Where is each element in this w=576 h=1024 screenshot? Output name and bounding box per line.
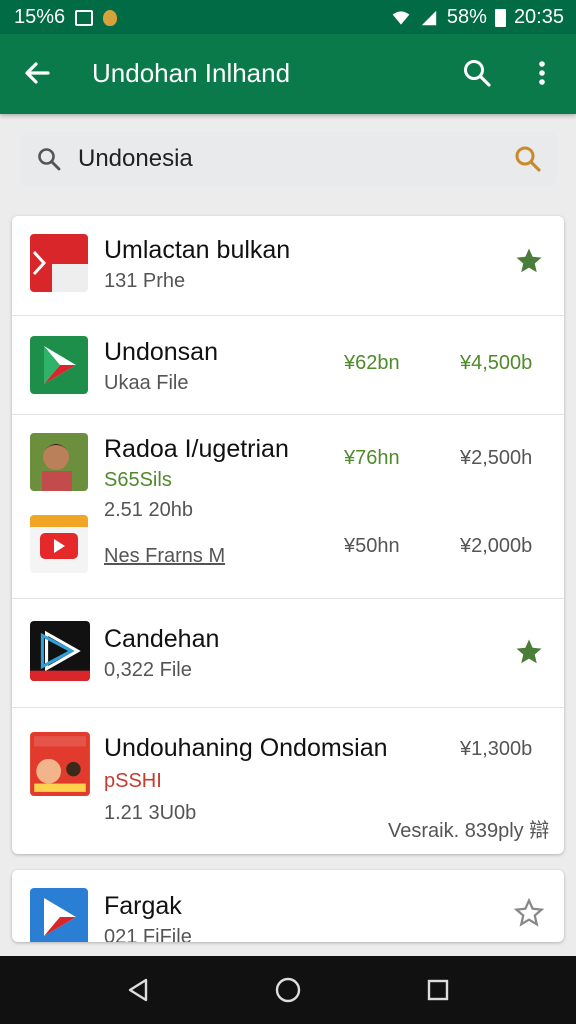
- app-subtitle-red: pSSHI: [104, 770, 162, 792]
- app-subtitle: 021 FiFile: [104, 926, 192, 942]
- star-filled-icon[interactable]: [514, 637, 544, 667]
- app-subtitle: 1.21 3U0b: [104, 802, 197, 824]
- price-green: ¥76hn: [344, 447, 400, 469]
- app-bar: Undohan Inlhand: [0, 34, 576, 114]
- search-icon[interactable]: [462, 58, 492, 88]
- star-filled-icon[interactable]: [514, 246, 544, 276]
- battery-icon: [494, 8, 506, 27]
- app-name: Umlactan bulkan: [104, 236, 291, 264]
- play-store-icon: [30, 336, 88, 394]
- list-item[interactable]: Radoa I/ugetrian S65Sils 2.51 20hb ¥76hn…: [12, 415, 564, 599]
- app-subtitle: 0,322 File: [104, 659, 192, 681]
- list-item[interactable]: Umlactan bulkan 131 Prhe: [12, 216, 564, 316]
- status-left-text: 15%6: [14, 6, 66, 28]
- list-item[interactable]: Undonsan Ukaa File ¥62bn ¥4,500b: [12, 316, 564, 415]
- movie-poster-icon: [30, 732, 90, 796]
- app-subtitle-green: S65Sils: [104, 469, 172, 491]
- app-name: Radoa I/ugetrian: [104, 435, 289, 463]
- back-arrow-icon[interactable]: [22, 58, 52, 88]
- price: ¥1,300b: [460, 738, 533, 760]
- results-list: Umlactan bulkan 131 Prhe Undonsan Ukaa F…: [12, 216, 564, 854]
- app-name: Undouhaning Ondomsian: [104, 734, 388, 762]
- price: ¥4,500b: [460, 352, 533, 374]
- list-item[interactable]: Undouhaning Ondomsian pSSHI 1.21 3U0b ¥1…: [12, 708, 564, 854]
- price: ¥50hn: [344, 535, 400, 557]
- signal-icon: [421, 10, 437, 25]
- search-submit-icon[interactable]: [513, 144, 543, 174]
- star-outline-icon[interactable]: [514, 898, 544, 928]
- blue-play-icon: [30, 888, 88, 942]
- app-notification-icon: [103, 9, 118, 26]
- partial-result-card[interactable]: Fargak 021 FiFile: [12, 870, 564, 942]
- app-subtitle: 2.51 20hb: [104, 499, 193, 521]
- app-link[interactable]: Nes Frarns M: [104, 545, 225, 568]
- price: ¥2,000b: [460, 535, 533, 557]
- battery-percent: 58%: [446, 6, 487, 28]
- page-title: Undohan Inlhand: [92, 58, 291, 88]
- price-green: ¥62bn: [344, 352, 400, 374]
- list-item[interactable]: Candehan 0,322 File: [12, 599, 564, 708]
- system-nav-bar: [0, 956, 576, 1024]
- home-circle-icon[interactable]: [274, 976, 302, 1004]
- back-triangle-icon[interactable]: [124, 976, 152, 1004]
- search-bar[interactable]: [20, 132, 557, 186]
- search-input[interactable]: [78, 140, 498, 178]
- wifi-icon: [392, 10, 410, 25]
- app-name: Fargak: [104, 892, 182, 920]
- clock: 20:35: [513, 6, 564, 28]
- black-play-icon: [30, 621, 90, 681]
- status-bar: 15%6 58% 20:35: [0, 0, 576, 34]
- recents-square-icon[interactable]: [424, 976, 452, 1004]
- red-flag-app-icon: [30, 234, 88, 292]
- app-subtitle: 131 Prhe: [104, 270, 186, 292]
- app-name: Undonsan: [104, 338, 218, 366]
- footer-text: Vesraik. 839ply 辯: [388, 820, 550, 842]
- person-photo-icon: [30, 433, 88, 491]
- search-icon: [38, 148, 61, 171]
- app-name: Candehan: [104, 625, 220, 653]
- gallery-notification-icon: [75, 9, 94, 26]
- more-vert-icon[interactable]: [530, 58, 554, 88]
- price: ¥2,500h: [460, 447, 533, 469]
- youtube-calendar-icon: [30, 515, 88, 573]
- app-subtitle: Ukaa File: [104, 372, 189, 394]
